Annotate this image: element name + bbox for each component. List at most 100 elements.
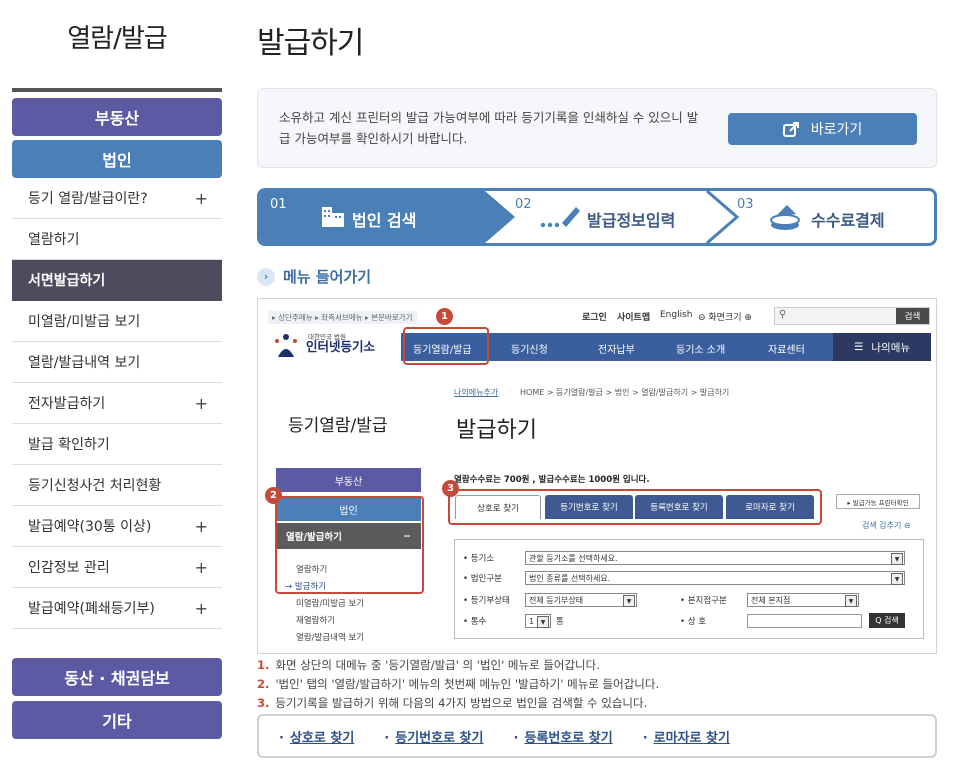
add-menu-link: 나의메뉴추가 bbox=[454, 388, 499, 397]
english-link: English bbox=[660, 310, 693, 320]
step-label: 법인 검색 bbox=[352, 211, 417, 230]
sidebar-item-seal[interactable]: 인감정보 관리 + bbox=[12, 547, 222, 588]
court-logo-icon bbox=[275, 334, 297, 357]
note-item: 2. '법인' 탭의 '열람/발급하기' 메뉴의 첫번째 메뉴인 '발급하기' 메… bbox=[257, 675, 937, 694]
highlight-3 bbox=[448, 489, 822, 525]
collapse-search: 검색 감추기 ⊖ bbox=[862, 521, 911, 530]
step-1: 01 법인 검색 bbox=[260, 191, 510, 243]
sidebar-item-label: 발급 확인하기 bbox=[28, 437, 110, 453]
name-input bbox=[747, 614, 862, 628]
section-heading: › 메뉴 들어가기 bbox=[257, 266, 371, 287]
sidebar-realestate-button[interactable]: 부동산 bbox=[12, 98, 222, 136]
sidebar-etc-button[interactable]: 기타 bbox=[12, 701, 222, 739]
coins-icon bbox=[770, 205, 800, 230]
sidebar-divider bbox=[12, 88, 222, 92]
sidebar-menu: 등기 열람/발급이란? + 열람하기 서면발급하기 미열람/미발급 보기 열람/발… bbox=[12, 178, 222, 629]
info-box: 소유하고 계신 프린터의 발급 가능여부에 따라 등기기록을 인쇄하실 수 있으… bbox=[257, 88, 937, 168]
link-search-by-registry-number[interactable]: 등기번호로 찾기 bbox=[384, 727, 483, 746]
note-number: 1. bbox=[257, 658, 270, 672]
count-unit: 통 bbox=[556, 617, 564, 627]
sidebar-item-e-issue[interactable]: 전자발급하기 + bbox=[12, 383, 222, 424]
note-number: 3. bbox=[257, 696, 270, 710]
sidebar-movable-button[interactable]: 동산 · 채권담보 bbox=[12, 658, 222, 696]
form-label: • 본지점구분 bbox=[680, 596, 727, 606]
form-label: • 법인구분 bbox=[463, 574, 502, 584]
pencil-icon bbox=[540, 207, 580, 228]
sidebar-item-label: 열람하기 bbox=[28, 232, 80, 248]
sidebar-item-view[interactable]: 열람하기 bbox=[12, 219, 222, 260]
sidebar-item-history[interactable]: 열람/발급내역 보기 bbox=[12, 342, 222, 383]
lnb-title: 등기열람/발급 bbox=[288, 416, 388, 436]
link-search-by-roman[interactable]: 로마자로 찾기 bbox=[643, 727, 730, 746]
lnb-sub-item: 미열람/미발급 보기 bbox=[296, 599, 365, 609]
gnb-item: 등기신청 bbox=[511, 345, 548, 356]
sitemap-link: 사이트맵 bbox=[617, 313, 651, 323]
sidebar-item-paper-issue[interactable]: 서면발급하기 bbox=[12, 260, 222, 301]
link-search-by-registration-number[interactable]: 등록번호로 찾기 bbox=[513, 727, 612, 746]
form-label: • 상 호 bbox=[680, 617, 707, 627]
link-search-by-name[interactable]: 상호로 찾기 bbox=[279, 727, 354, 746]
note-number: 2. bbox=[257, 677, 270, 691]
plus-icon: + bbox=[194, 557, 208, 577]
sidebar-item-label: 등기 열람/발급이란? bbox=[28, 191, 148, 207]
gnb-item: 전자납부 bbox=[598, 345, 635, 356]
highlight-2 bbox=[275, 496, 424, 594]
sidebar-item-closed-reservation[interactable]: 발급예약(폐쇄등기부) + bbox=[12, 588, 222, 629]
gnb-item: 등기소 소개 bbox=[676, 345, 726, 356]
sidebar-item-verify[interactable]: 발급 확인하기 bbox=[12, 424, 222, 465]
search-button: 검색 bbox=[896, 308, 929, 324]
search-icon: ⚲ bbox=[779, 309, 787, 320]
goto-label: 바로가기 bbox=[810, 122, 863, 138]
office-select: 관할 등기소를 선택하세요. bbox=[525, 551, 905, 565]
info-text: 소유하고 계신 프린터의 발급 가능여부에 따라 등기기록을 인쇄하실 수 있으… bbox=[279, 110, 699, 146]
printer-guide-button: ▸ 발급가능 프린터확인 bbox=[836, 494, 920, 509]
section-title: 메뉴 들어가기 bbox=[283, 268, 372, 286]
step-number: 02 bbox=[515, 197, 532, 212]
note-text: '법인' 탭의 '열람/발급하기' 메뉴의 첫번째 메뉴인 '발급하기' 메뉴로… bbox=[275, 677, 660, 691]
note-text: 화면 상단의 대메뉴 중 '등기열람/발급' 의 '법인' 메뉴로 들어갑니다. bbox=[275, 658, 600, 672]
badge-3: 3 bbox=[442, 480, 459, 497]
goto-button[interactable]: 바로가기 bbox=[728, 113, 917, 145]
sidebar-item-label: 인감정보 관리 bbox=[28, 560, 110, 576]
sidebar-item-label: 발급예약(30통 이상) bbox=[28, 519, 152, 535]
badge-1: 1 bbox=[436, 308, 453, 325]
step-number: 01 bbox=[270, 197, 287, 212]
sidebar-item-case-status[interactable]: 등기신청사건 처리현황 bbox=[12, 465, 222, 506]
hamburger-icon: ☰ bbox=[853, 341, 864, 353]
plus-icon: + bbox=[194, 516, 208, 536]
main-content: 발급하기 소유하고 계신 프린터의 발급 가능여부에 따라 등기기록을 인쇄하실… bbox=[257, 0, 937, 768]
sidebar-item-about[interactable]: 등기 열람/발급이란? + bbox=[12, 178, 222, 219]
sidebar-item-unviewed[interactable]: 미열람/미발급 보기 bbox=[12, 301, 222, 342]
zoom-control: ⊖ 화면크기 ⊕ bbox=[698, 313, 752, 323]
sidebar-corporation-button[interactable]: 법인 bbox=[12, 140, 222, 178]
plus-icon: + bbox=[194, 598, 208, 618]
step-2: 02 발급정보입력 bbox=[515, 191, 715, 243]
highlight-1 bbox=[403, 327, 489, 365]
note-item: 1. 화면 상단의 대메뉴 중 '등기열람/발급' 의 '법인' 메뉴로 들어갑니… bbox=[257, 656, 937, 675]
sidebar-item-label: 등기신청사건 처리현황 bbox=[28, 478, 162, 494]
share-arrow-icon bbox=[782, 122, 799, 137]
lnb-sub-item: 열람/발급내역 보기 bbox=[296, 633, 365, 643]
fee-notice: 열람수수료는 700원 , 발급수수료는 1000원 입니다. bbox=[454, 475, 650, 485]
sidebar-title: 열람/발급 bbox=[67, 24, 167, 54]
note-item: 3. 등기기록을 발급하기 위해 다음의 4가지 방법으로 법인을 검색할 수 있… bbox=[257, 694, 937, 713]
sidebar-item-label: 발급예약(폐쇄등기부) bbox=[28, 601, 155, 617]
sidebar-item-label: 전자발급하기 bbox=[28, 396, 106, 412]
form-label: • 등기소 bbox=[463, 554, 495, 564]
page-title: 발급하기 bbox=[257, 26, 364, 61]
search-method-links: 상호로 찾기 등기번호로 찾기 등록번호로 찾기 로마자로 찾기 bbox=[257, 714, 937, 758]
util-links: ▸ 상단주메뉴 ▸ 좌측서브메뉴 ▸ 본문바로가기 bbox=[268, 311, 417, 324]
plus-icon: + bbox=[194, 393, 208, 413]
branch-select: 전체 본지점 bbox=[747, 593, 859, 607]
form-search-button: Q 검색 bbox=[869, 613, 905, 628]
sidebar-item-reservation[interactable]: 발급예약(30통 이상) + bbox=[12, 506, 222, 547]
sidebar: 열람/발급 부동산 법인 등기 열람/발급이란? + 열람하기 서면발급하기 미열… bbox=[12, 0, 222, 768]
guide-screenshot: ▸ 상단주메뉴 ▸ 좌측서브메뉴 ▸ 본문바로가기 로그인 사이트맵 Engli… bbox=[257, 298, 937, 654]
step-label: 발급정보입력 bbox=[587, 211, 676, 230]
my-menu-label: 나의메뉴 bbox=[871, 341, 911, 354]
form-label: • 통수 bbox=[463, 617, 487, 627]
login-link: 로그인 bbox=[582, 313, 607, 323]
sidebar-item-label: 열람/발급내역 보기 bbox=[28, 355, 141, 371]
lnb-realestate: 부동산 bbox=[276, 468, 421, 492]
form-label: • 등기부상태 bbox=[463, 596, 510, 606]
